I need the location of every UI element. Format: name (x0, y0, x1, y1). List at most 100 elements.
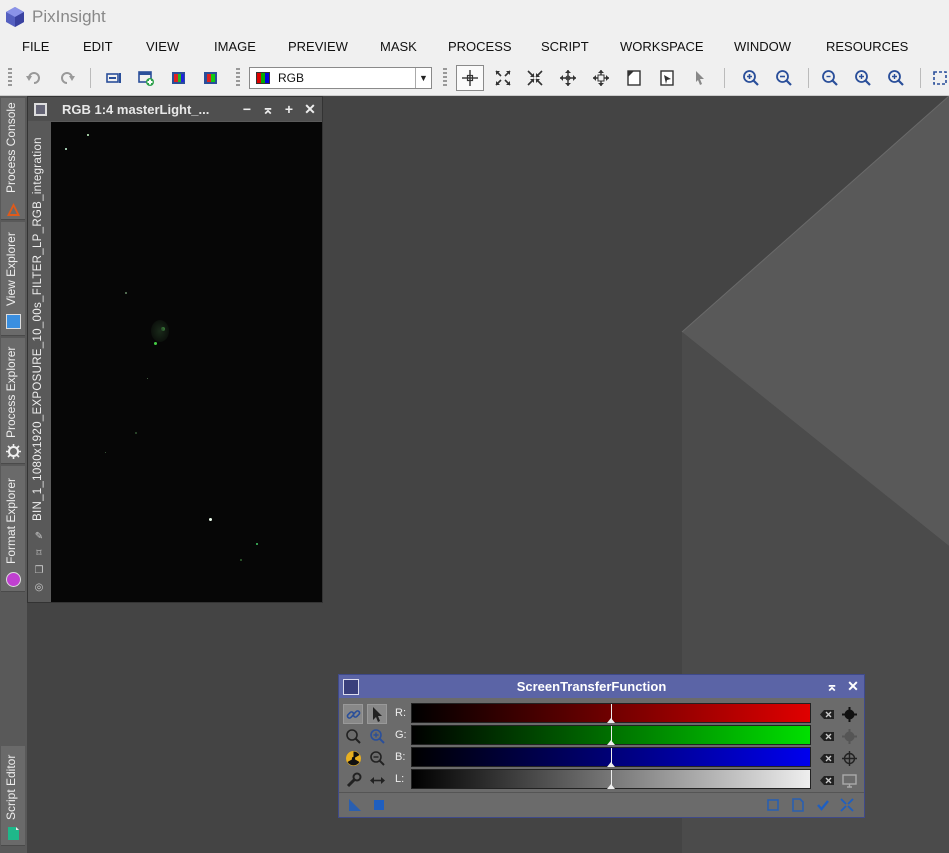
main-toolbar: RGB ▼ (0, 60, 949, 96)
collapse-icon[interactable]: ⌅ (824, 678, 840, 694)
fit-view-icon[interactable] (929, 67, 949, 89)
reset-icon[interactable] (839, 797, 855, 813)
image-canvas[interactable] (51, 122, 322, 602)
zoom-fit-icon[interactable] (819, 67, 841, 89)
dock-tab-script-editor[interactable]: Script Editor (1, 746, 25, 846)
zoom-out-2-icon[interactable] (885, 67, 907, 89)
wrench-icon[interactable] (343, 770, 363, 790)
dock-tab-format-explorer[interactable]: Format Explorer (1, 466, 25, 592)
move-mode-icon[interactable] (590, 67, 612, 89)
menu-image[interactable]: IMAGE (214, 39, 256, 54)
browse-documentation-icon[interactable] (765, 797, 781, 813)
stf-panel[interactable]: ScreenTransferFunction ⌅ ✕ R: G: B: L: (338, 674, 865, 818)
close-icon[interactable]: ✕ (845, 678, 861, 694)
menu-edit[interactable]: EDIT (83, 39, 113, 54)
monitor-icon[interactable] (839, 770, 859, 790)
crosshair-icon[interactable] (839, 748, 859, 768)
zoom-out-icon[interactable] (367, 748, 387, 768)
zoom-in-2-icon[interactable] (852, 67, 874, 89)
process-console-icon (7, 203, 20, 216)
menu-resources[interactable]: RESOURCES (826, 39, 908, 54)
link-channels-icon[interactable] (343, 704, 363, 724)
menu-file[interactable]: FILE (22, 39, 49, 54)
radiation-icon[interactable] (343, 748, 363, 768)
display-channel-select[interactable]: RGB ▼ (249, 67, 432, 89)
image-window-title: RGB 1:4 masterLight_... (62, 101, 210, 117)
menu-script[interactable]: SCRIPT (541, 39, 589, 54)
auto-stretch-icon[interactable] (839, 704, 859, 724)
script-editor-icon (8, 827, 19, 840)
stf-slider-g[interactable] (411, 725, 811, 745)
image-window[interactable]: RGB 1:4 masterLight_... − ⌅ + ✕ BIN_1_10… (27, 96, 323, 603)
stf-channel-label: G: (395, 729, 407, 741)
shade-icon[interactable]: − (238, 100, 256, 118)
stf-midtone-handle[interactable] (607, 740, 615, 745)
center-mode-icon[interactable] (557, 67, 579, 89)
select-mode-icon[interactable] (367, 704, 387, 724)
stf-slider-l[interactable] (411, 769, 811, 789)
horizontal-arrows-icon[interactable] (367, 770, 387, 790)
chevron-down-icon[interactable]: ▼ (415, 68, 431, 88)
reset-b-icon[interactable] (817, 748, 837, 768)
channel-display-icon[interactable] (168, 67, 190, 89)
reset-r-icon[interactable] (817, 704, 837, 724)
stf-midtone-handle[interactable] (607, 762, 615, 767)
select-mode-icon[interactable] (689, 67, 711, 89)
boosted-stretch-icon[interactable] (839, 726, 859, 746)
rgb-display-icon[interactable] (200, 67, 222, 89)
stf-midtone-handle[interactable] (607, 718, 615, 723)
star (209, 518, 212, 521)
stf-slider-b[interactable] (411, 747, 811, 767)
zoom-in-icon[interactable] (343, 726, 363, 746)
collapse-icon[interactable]: ⌅ (259, 100, 277, 118)
document-icon[interactable] (790, 797, 806, 813)
copy-icon[interactable]: ❐ (33, 565, 45, 577)
stf-midtone-handle[interactable] (607, 784, 615, 789)
reset-g-icon[interactable] (817, 726, 837, 746)
new-instance-icon[interactable] (347, 797, 363, 813)
readout-mode-icon[interactable] (456, 65, 484, 91)
image-window-titlebar[interactable]: RGB 1:4 masterLight_... − ⌅ + ✕ (28, 97, 322, 121)
apply-global-icon[interactable] (371, 797, 387, 813)
pencil-icon[interactable]: ✎ (33, 531, 45, 543)
new-instance-icon[interactable] (135, 67, 157, 89)
check-icon[interactable] (815, 797, 831, 813)
star (125, 292, 127, 294)
new-image-icon[interactable] (103, 67, 125, 89)
menu-workspace[interactable]: WORKSPACE (620, 39, 704, 54)
dock-tab-label: View Explorer (4, 232, 18, 306)
redo-icon[interactable] (56, 67, 78, 89)
dock-tab-process-console[interactable]: Process Console (1, 98, 25, 220)
menu-mask[interactable]: MASK (380, 39, 417, 54)
menu-process[interactable]: PROCESS (448, 39, 512, 54)
zoom-in-plus-icon[interactable] (367, 726, 387, 746)
close-icon[interactable]: ✕ (301, 100, 319, 118)
dock-tab-process-explorer[interactable]: Process Explorer (1, 338, 25, 464)
stf-channel-label: L: (395, 773, 405, 785)
menu-window[interactable]: WINDOW (734, 39, 791, 54)
pan-mode-icon[interactable] (524, 67, 546, 89)
reset-l-icon[interactable] (817, 770, 837, 790)
dock-tab-label: Script Editor (4, 754, 18, 820)
undo-icon[interactable] (23, 67, 45, 89)
stf-titlebar[interactable]: ScreenTransferFunction ⌅ ✕ (339, 675, 864, 698)
zoom-out-icon[interactable] (773, 67, 795, 89)
zoom-mode-icon[interactable] (492, 67, 514, 89)
mask-icon[interactable]: ⌑ (33, 548, 45, 560)
toolbar-grip[interactable] (8, 68, 12, 88)
image-identifier: BIN_1_1080x1920_EXPOSURE_10_00s_FILTER_L… (32, 137, 44, 521)
image-window-sidebar: BIN_1_1080x1920_EXPOSURE_10_00s_FILTER_L… (28, 121, 50, 602)
star (256, 543, 258, 545)
side-dock: Process Console View Explorer Process Ex… (0, 96, 27, 853)
new-preview-icon[interactable] (656, 67, 678, 89)
dock-tab-view-explorer[interactable]: View Explorer (1, 222, 25, 336)
star (65, 148, 67, 150)
app-title: PixInsight (32, 7, 106, 26)
maximize-icon[interactable]: + (280, 100, 298, 118)
edit-preview-icon[interactable] (623, 67, 645, 89)
menu-view[interactable]: VIEW (146, 39, 179, 54)
menu-preview[interactable]: PREVIEW (288, 39, 348, 54)
target-icon[interactable]: ◎ (33, 582, 45, 594)
zoom-in-icon[interactable] (740, 67, 762, 89)
stf-slider-r[interactable] (411, 703, 811, 723)
